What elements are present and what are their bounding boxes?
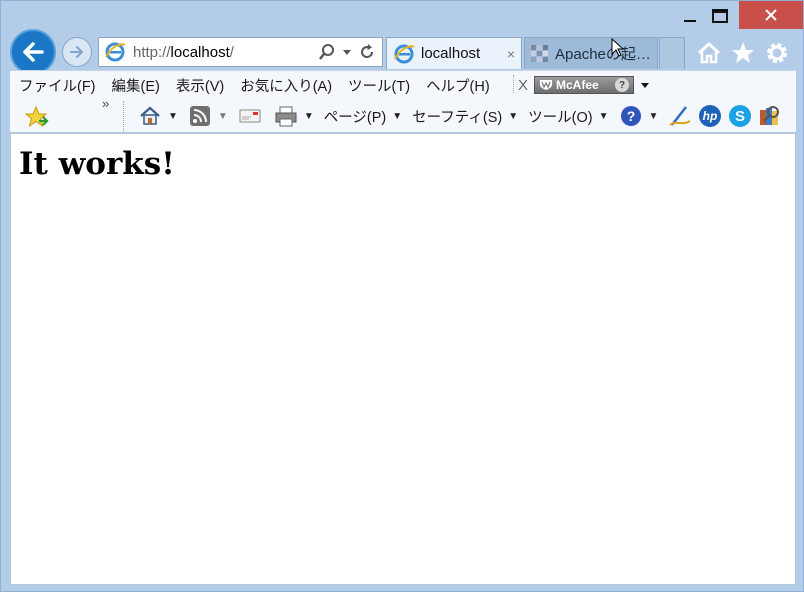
search-icon[interactable] (318, 43, 336, 61)
safety-menu[interactable]: セーフティ(S) (412, 106, 502, 127)
dropdown-arrow-icon[interactable]: ▼ (649, 111, 659, 122)
url-path: / (229, 43, 234, 61)
mcafee-button[interactable]: McAfee ? (534, 76, 635, 94)
favorites-center-button[interactable] (24, 104, 50, 130)
hp-button[interactable]: hp (698, 104, 722, 128)
menu-favorites[interactable]: お気に入り(A) (240, 75, 332, 96)
mcafee-shield-icon (540, 80, 553, 90)
tab-apache[interactable]: Apacheの起… (524, 37, 658, 69)
page-content: It works! (10, 133, 796, 585)
page-heading: It works! (19, 146, 175, 182)
menu-edit[interactable]: 編集(E) (112, 75, 160, 96)
feeds-button[interactable] (188, 104, 212, 128)
hp-logo-icon: hp (699, 105, 722, 127)
read-mail-button[interactable] (238, 104, 262, 128)
pen-tool-button[interactable] (668, 104, 692, 128)
url-host: localhost (170, 43, 230, 61)
minimize-button[interactable] (675, 1, 705, 31)
help-button[interactable]: ? (619, 104, 643, 128)
mouse-cursor-icon (611, 38, 625, 57)
dropdown-arrow-icon[interactable] (640, 80, 650, 90)
dropdown-arrow-icon[interactable]: ▼ (218, 111, 228, 122)
dropdown-arrow-icon[interactable]: ▼ (304, 111, 314, 122)
dropdown-arrow-icon[interactable]: ▼ (168, 111, 178, 122)
command-items: ▼ ▼ ▼ ページ(P) ▼ セーフティ(S) ▼ ツール(O) ▼ ? ▼ h… (138, 103, 782, 129)
new-tab-button[interactable] (659, 37, 685, 69)
home-icon (697, 42, 721, 64)
favorites-button[interactable] (729, 39, 757, 67)
dropdown-arrow-icon[interactable]: ▼ (599, 111, 609, 122)
mcafee-help[interactable]: ? (615, 78, 630, 92)
forward-button[interactable] (62, 37, 92, 67)
svg-text:S: S (735, 108, 745, 125)
print-button[interactable] (274, 104, 298, 128)
research-button[interactable] (758, 104, 782, 128)
url-scheme: http:// (133, 43, 171, 61)
back-button[interactable] (10, 29, 56, 75)
research-books-icon (760, 106, 780, 125)
menu-tools[interactable]: ツール(T) (348, 75, 410, 96)
close-icon (765, 9, 777, 21)
mcafee-toolbar: X McAfee ? (518, 74, 650, 96)
close-button[interactable] (739, 1, 803, 29)
add-favorite-star-icon (25, 105, 49, 128)
dropdown-arrow-icon[interactable]: ▼ (508, 111, 518, 122)
tab-label: Apacheの起… (555, 46, 651, 63)
arrow-right-icon (70, 46, 83, 58)
gear-icon (767, 43, 787, 63)
printer-icon (275, 106, 297, 127)
browser-actions (695, 39, 791, 67)
star-icon (732, 42, 754, 63)
toolbar-separator (123, 101, 124, 131)
menu-view[interactable]: 表示(V) (176, 75, 224, 96)
toolbar-overflow-chevron[interactable]: » (102, 96, 109, 111)
rss-icon (189, 106, 210, 126)
menu-bar: ファイル(F) 編集(E) 表示(V) お気に入り(A) ツール(T) ヘルプ(… (19, 74, 506, 96)
command-bar: » ▼ ▼ ▼ ページ(P) ▼ セーフティ(S) ▼ ツール(O) ▼ ? ▼… (10, 96, 796, 131)
tab-localhost[interactable]: localhost × (386, 37, 522, 69)
mail-icon (239, 109, 261, 123)
browser-window: http://localhost/ localhost × Apacheの起… (0, 0, 804, 592)
tab-label: localhost (421, 45, 481, 62)
address-bar[interactable]: http://localhost/ (98, 37, 383, 67)
mcafee-label: McAfee (556, 78, 599, 92)
tab-close-button[interactable]: × (507, 46, 515, 62)
menu-help[interactable]: ヘルプ(H) (426, 75, 490, 96)
dropdown-arrow-icon[interactable] (342, 47, 352, 57)
svg-text:?: ? (626, 108, 635, 124)
ie-logo-icon (394, 44, 415, 63)
home-button[interactable] (695, 39, 723, 67)
home-command-button[interactable] (138, 104, 162, 128)
address-text[interactable]: http://localhost/ (133, 44, 318, 61)
refresh-icon[interactable] (358, 43, 376, 61)
skype-icon: S (729, 105, 752, 127)
toolbar-area: ファイル(F) 編集(E) 表示(V) お気に入り(A) ツール(T) ヘルプ(… (10, 70, 796, 133)
arrow-left-icon (23, 42, 44, 62)
minimize-icon (684, 20, 696, 22)
menu-file[interactable]: ファイル(F) (19, 75, 96, 96)
ie-logo-icon (103, 40, 127, 64)
home-icon (140, 106, 160, 125)
dropdown-arrow-icon[interactable]: ▼ (392, 111, 402, 122)
pen-icon (669, 106, 691, 126)
mcafee-close-button[interactable]: X (518, 77, 528, 94)
maximize-button[interactable] (705, 1, 735, 31)
help-icon: ? (620, 106, 641, 126)
caption-buttons (675, 1, 803, 31)
tools-menu[interactable]: ツール(O) (528, 106, 592, 127)
svg-text:hp: hp (703, 109, 718, 123)
page-grid-icon (531, 44, 548, 62)
maximize-icon (712, 9, 728, 23)
skype-button[interactable]: S (728, 104, 752, 128)
address-tools (318, 43, 376, 61)
toolbar-grip[interactable] (513, 75, 515, 93)
settings-button[interactable] (763, 39, 791, 67)
page-menu[interactable]: ページ(P) (324, 106, 387, 127)
